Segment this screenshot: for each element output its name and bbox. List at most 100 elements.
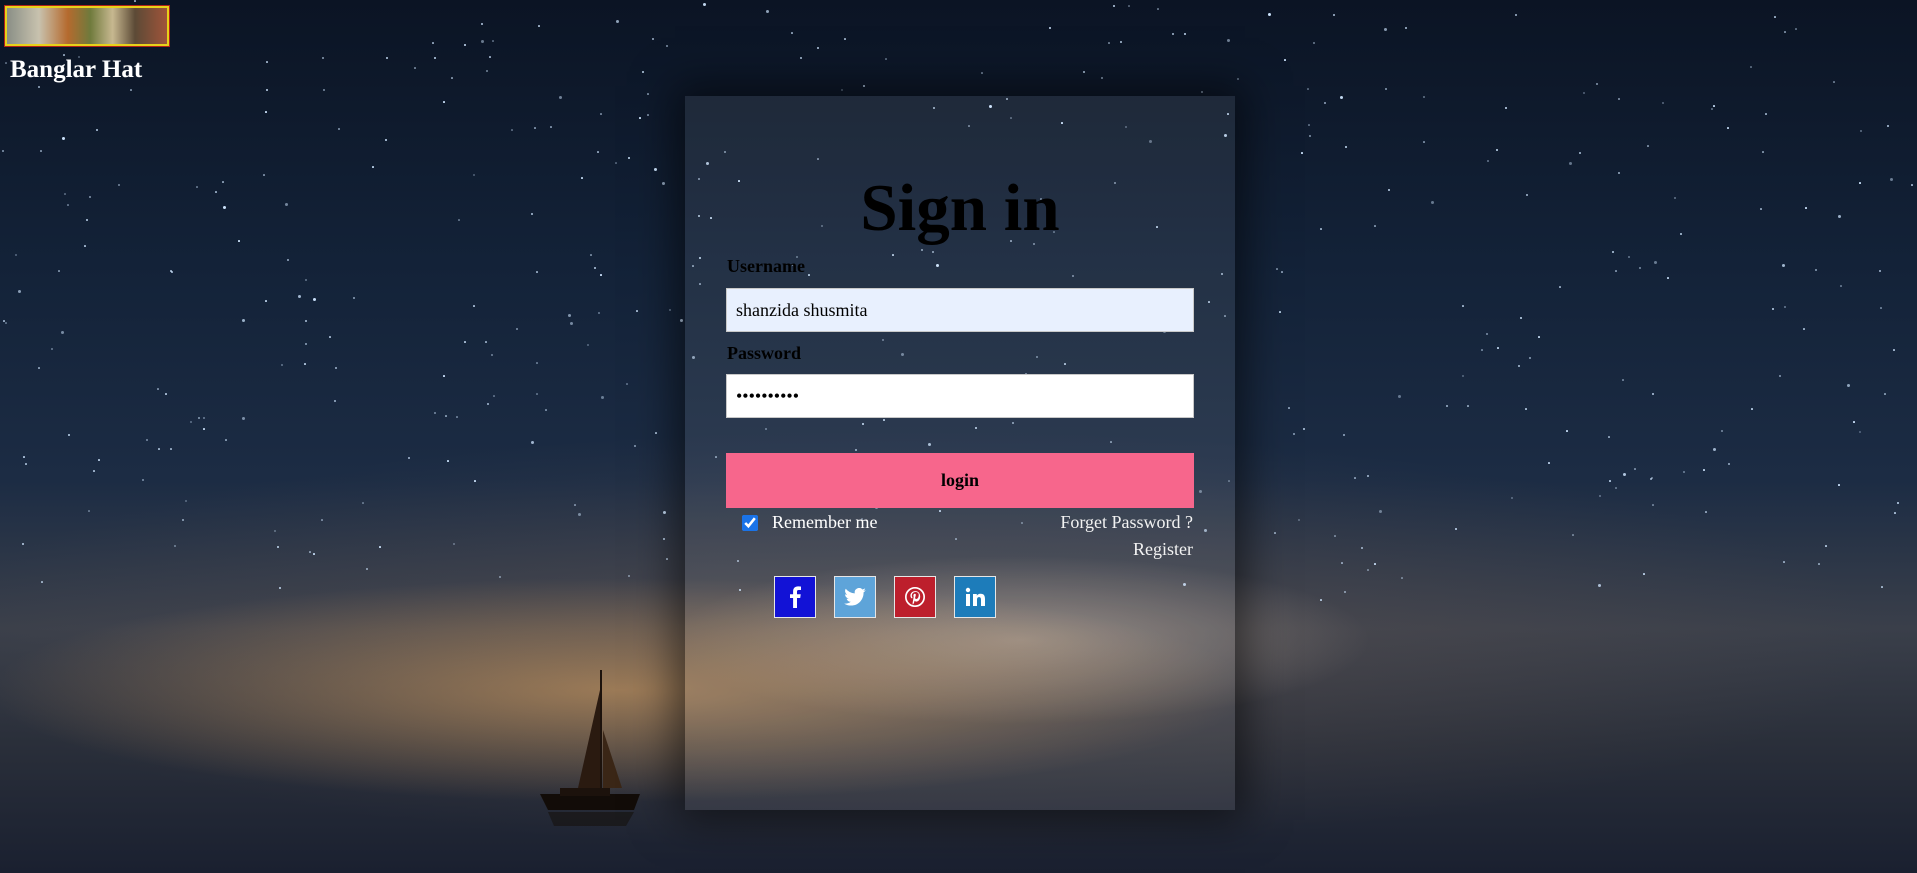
star bbox=[1652, 504, 1654, 506]
star bbox=[1333, 14, 1335, 16]
star bbox=[1481, 349, 1483, 351]
star bbox=[1859, 182, 1861, 184]
star bbox=[1367, 475, 1369, 477]
password-input[interactable] bbox=[726, 374, 1194, 418]
star bbox=[800, 57, 802, 59]
star bbox=[443, 101, 445, 103]
star bbox=[86, 219, 88, 221]
star bbox=[1583, 92, 1585, 94]
star bbox=[1520, 317, 1522, 319]
star bbox=[486, 70, 488, 72]
star bbox=[1887, 125, 1889, 127]
star bbox=[1647, 145, 1649, 147]
star bbox=[791, 32, 793, 34]
star bbox=[663, 511, 666, 514]
star bbox=[62, 137, 65, 140]
linkedin-button[interactable] bbox=[954, 576, 996, 618]
remember-checkbox[interactable] bbox=[742, 514, 758, 531]
register-link[interactable]: Register bbox=[1133, 539, 1193, 560]
star bbox=[322, 57, 324, 59]
star bbox=[1324, 102, 1326, 104]
star bbox=[1608, 436, 1610, 438]
star bbox=[601, 396, 604, 399]
star bbox=[1374, 225, 1376, 227]
star bbox=[652, 38, 654, 40]
star bbox=[338, 128, 340, 130]
star bbox=[1750, 66, 1752, 68]
star bbox=[238, 240, 240, 242]
username-input[interactable] bbox=[726, 288, 1194, 332]
star bbox=[1423, 96, 1425, 98]
star bbox=[1760, 208, 1762, 210]
linkedin-icon bbox=[965, 587, 985, 606]
star bbox=[408, 457, 410, 459]
star bbox=[1618, 172, 1620, 174]
star bbox=[274, 530, 276, 532]
star bbox=[531, 441, 534, 444]
star bbox=[545, 409, 547, 411]
star bbox=[335, 367, 337, 369]
star bbox=[1268, 13, 1271, 16]
star bbox=[654, 168, 657, 171]
star bbox=[473, 174, 475, 176]
pinterest-button[interactable] bbox=[894, 576, 936, 618]
star bbox=[1838, 484, 1840, 486]
star bbox=[1401, 577, 1403, 579]
star bbox=[574, 504, 576, 506]
facebook-button[interactable] bbox=[774, 576, 816, 618]
star bbox=[1612, 251, 1614, 253]
star bbox=[1288, 407, 1290, 409]
star bbox=[570, 322, 573, 325]
star bbox=[1511, 497, 1513, 499]
star bbox=[1446, 405, 1448, 407]
star bbox=[1361, 547, 1363, 549]
star bbox=[616, 20, 619, 23]
star bbox=[182, 519, 184, 521]
star bbox=[1274, 532, 1276, 534]
star bbox=[353, 297, 355, 299]
star bbox=[414, 67, 416, 69]
brand-logo[interactable] bbox=[4, 5, 170, 47]
star bbox=[1276, 268, 1278, 270]
star bbox=[1462, 305, 1464, 307]
star bbox=[1340, 96, 1343, 99]
star bbox=[1782, 264, 1785, 267]
star bbox=[1293, 433, 1295, 435]
star bbox=[1515, 14, 1517, 16]
star bbox=[198, 417, 200, 419]
star bbox=[305, 279, 307, 281]
star bbox=[447, 460, 449, 462]
star bbox=[1654, 261, 1657, 264]
star bbox=[666, 558, 668, 560]
star bbox=[242, 319, 245, 322]
star bbox=[1301, 152, 1303, 154]
star bbox=[1227, 39, 1230, 42]
star bbox=[453, 543, 455, 545]
star bbox=[265, 111, 267, 113]
star bbox=[568, 314, 571, 317]
star bbox=[1784, 306, 1786, 308]
star bbox=[134, 0, 136, 2]
star bbox=[1713, 448, 1716, 451]
star bbox=[305, 343, 307, 345]
star bbox=[445, 415, 447, 417]
star bbox=[550, 126, 552, 128]
star bbox=[61, 331, 64, 334]
star bbox=[581, 177, 583, 179]
forgot-password-link[interactable]: Forget Password ? bbox=[1060, 512, 1193, 533]
star bbox=[1711, 108, 1713, 110]
star bbox=[1705, 511, 1707, 513]
star bbox=[655, 432, 657, 434]
star bbox=[67, 204, 69, 206]
star bbox=[1284, 59, 1286, 61]
star bbox=[277, 546, 279, 548]
login-button[interactable]: login bbox=[726, 453, 1194, 508]
star bbox=[2, 150, 4, 152]
star bbox=[266, 61, 268, 63]
star bbox=[578, 513, 581, 516]
star bbox=[634, 445, 636, 447]
star bbox=[1344, 591, 1346, 593]
twitter-button[interactable] bbox=[834, 576, 876, 618]
star bbox=[265, 300, 267, 302]
remember-me[interactable]: Remember me bbox=[740, 512, 877, 533]
